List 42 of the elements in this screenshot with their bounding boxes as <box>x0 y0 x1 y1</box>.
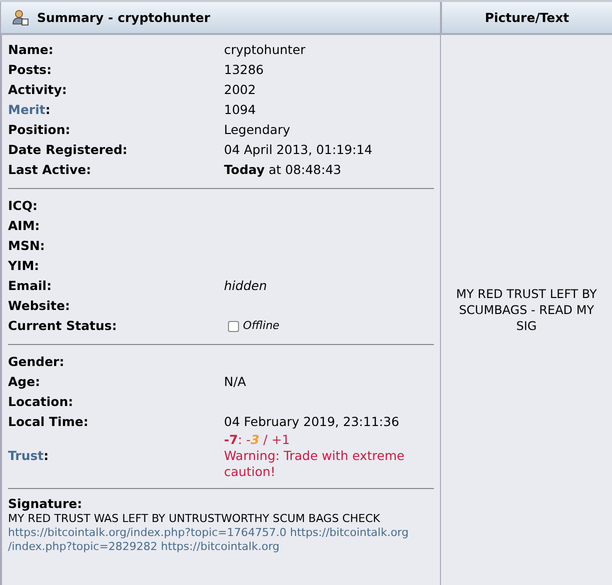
field-label: Current Status: <box>8 317 117 335</box>
field-label: Last Active: <box>8 161 92 179</box>
field-value: 04 February 2019, 23:11:36 <box>224 413 400 431</box>
field-label: Position: <box>8 121 70 139</box>
field-label: Local Time: <box>8 413 88 431</box>
field-label: Website: <box>8 297 70 315</box>
field-label: Name: <box>8 41 54 59</box>
signature-text: MY RED TRUST WAS LEFT BY UNTRUSTWORTHY SCUM BAGS CHECK <box>8 512 382 526</box>
field-label-link[interactable]: Trust <box>8 446 44 466</box>
field-label: MSN: <box>8 237 45 255</box>
field-label: Email: <box>8 277 52 295</box>
field-value: 13286 <box>224 61 264 79</box>
header-title: Picture/Text <box>484 10 570 25</box>
field-label: AIM: <box>8 217 40 235</box>
trust-score: -7: -3 / +1 <box>224 432 291 448</box>
field-value: cryptohunter <box>224 41 306 59</box>
colon: : <box>45 101 50 119</box>
status-text: Offline <box>243 318 280 334</box>
colon: : <box>44 447 49 465</box>
field-label: YIM: <box>8 257 40 275</box>
field-label: Age: <box>8 373 40 391</box>
field-value: Today at 08:48:43 <box>224 161 342 179</box>
field-value: 1094 <box>224 101 256 119</box>
field-label: Activity: <box>8 81 67 99</box>
field-value: hidden <box>224 277 267 295</box>
signature-label: Signature: <box>8 496 84 511</box>
field-value: 04 April 2013, 01:19:14 <box>224 141 372 159</box>
field-value: N/A <box>224 373 246 391</box>
header-title: Summary - cryptohunter <box>37 10 210 25</box>
field-label: Date Registered: <box>8 141 128 159</box>
field-label-link[interactable]: Merit <box>8 100 46 120</box>
signature-link[interactable]: /index.php?topic=2829282 https://bitcointalk.org <box>8 540 434 554</box>
field-label: ICQ: <box>8 197 38 215</box>
field-value: 2002 <box>224 81 256 99</box>
field-label: Posts: <box>8 61 52 79</box>
user-icon <box>12 9 29 26</box>
signature-link[interactable]: https://bitcointalk.org/index.php?topic=1764757.0 https://bitcointalk.org <box>8 526 434 540</box>
trust-warning: Warning: Trade with extreme caution! <box>224 448 406 480</box>
field-value: Legendary <box>224 121 290 139</box>
personal-text: MY RED TRUST LEFT BY SCUMBAGS - READ MY SIG <box>455 286 598 334</box>
field-label: Gender: <box>8 353 64 371</box>
field-label: Location: <box>8 393 74 411</box>
